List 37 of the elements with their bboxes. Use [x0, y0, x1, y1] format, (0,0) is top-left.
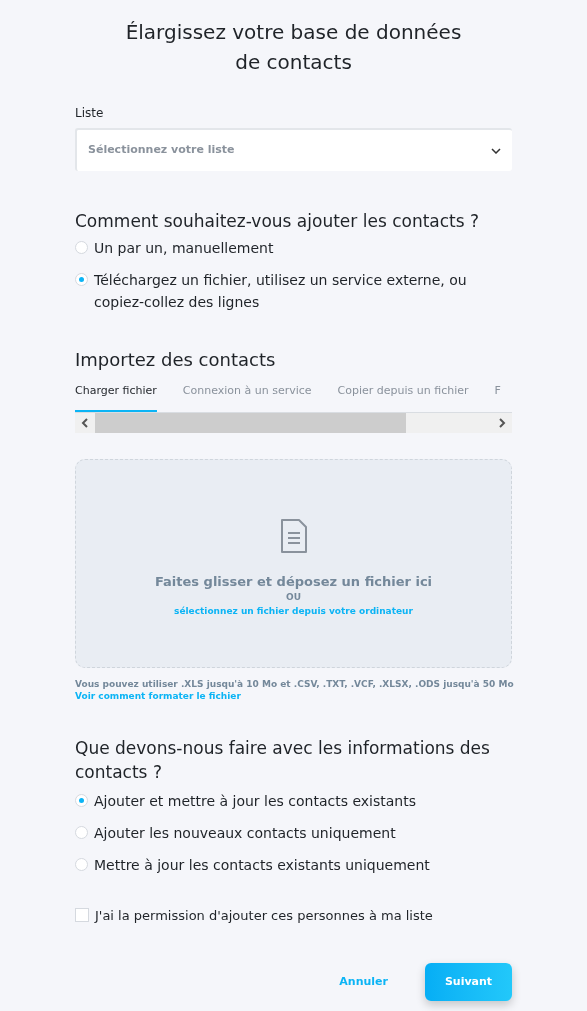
radio-label: Ajouter et mettre à jour les contacts existants — [94, 791, 416, 811]
section-heading: Comment souhaitez-vous ajouter les contacts ? — [75, 210, 481, 233]
format-hint: Vous pouvez utiliser .XLS jusqu'à 10 Mo et .CSV, .TXT, .VCF, .XLSX, .ODS jusqu'à 50 Mo — [75, 677, 512, 690]
radio-button[interactable] — [75, 241, 88, 254]
document-icon — [279, 517, 308, 554]
scroll-right-icon[interactable] — [498, 417, 506, 428]
scroll-left-icon[interactable] — [81, 417, 89, 428]
format-help-link[interactable]: Voir comment formater le fichier — [75, 689, 241, 702]
horizontal-scrollbar[interactable] — [75, 412, 512, 433]
page-title: Élargissez votre base de données de contacts — [124, 19, 463, 76]
cancel-button[interactable]: Annuler — [339, 973, 388, 991]
import-tab[interactable]: F — [494, 383, 501, 412]
radio-button[interactable] — [75, 857, 88, 871]
list-select[interactable]: Sélectionnez votre liste — [75, 128, 512, 171]
section-heading: Que devons-nous faire avec les informations des contacts ? — [75, 736, 491, 784]
import-tab[interactable]: Copier depuis un fichier — [337, 383, 469, 412]
chevron-down-icon — [491, 147, 501, 154]
radio-button[interactable] — [75, 273, 88, 286]
field-label: Liste — [75, 105, 105, 122]
dropzone-title: Faites glisser et déposez un fichier ici — [154, 572, 433, 591]
import-tab[interactable]: Charger fichier — [75, 383, 157, 412]
file-dropzone[interactable]: Faites glisser et déposez un fichier ici OU sélectionnez un fichier depuis votre ordinateur — [75, 458, 512, 668]
checkbox-label: J'ai la permission d'ajouter ces personnes à ma liste — [95, 906, 433, 925]
radio-button[interactable] — [75, 793, 88, 807]
radio-button[interactable] — [75, 825, 88, 839]
select-placeholder: Sélectionnez votre liste — [88, 142, 235, 159]
next-button[interactable]: Suivant — [425, 963, 512, 1001]
scrollbar-thumb[interactable] — [95, 412, 406, 433]
dropzone-separator: OU — [286, 591, 301, 605]
radio-label: Téléchargez un fichier, utilisez un service externe, ou copiez-collez des lignes — [94, 271, 468, 312]
checkbox[interactable] — [75, 908, 89, 923]
select-file-link[interactable]: sélectionnez un fichier depuis votre ordinateur — [174, 604, 413, 619]
radio-label: Ajouter les nouveaux contacts uniquement — [94, 823, 396, 843]
section-heading: Importez des contacts — [75, 348, 277, 372]
radio-label: Un par un, manuellement — [94, 239, 274, 258]
import-tab[interactable]: Connexion à un service — [182, 383, 312, 412]
radio-label: Mettre à jour les contacts existants uniquement — [94, 855, 430, 875]
